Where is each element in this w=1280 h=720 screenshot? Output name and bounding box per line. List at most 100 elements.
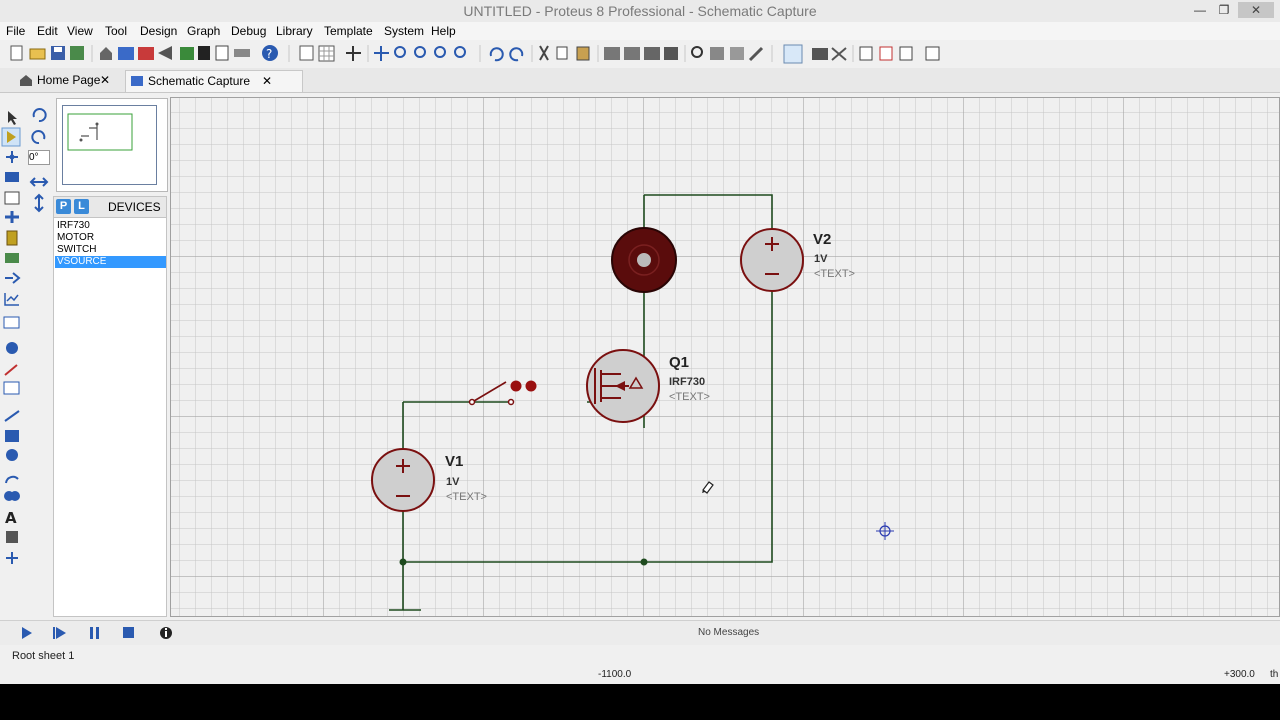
- block-copy-icon[interactable]: [604, 47, 620, 60]
- zoom-in-icon[interactable]: [394, 46, 406, 58]
- rotate-anticlockwise-icon[interactable]: [31, 130, 46, 145]
- pick-device-icon[interactable]: [691, 46, 703, 58]
- text-script-icon[interactable]: [4, 191, 20, 205]
- block-delete-icon[interactable]: [664, 47, 678, 60]
- origin-icon[interactable]: [346, 46, 361, 61]
- library-manager-button[interactable]: L: [74, 199, 89, 214]
- component-mode-icon[interactable]: [1, 127, 21, 147]
- path-2d-icon[interactable]: [4, 491, 20, 501]
- redo-icon[interactable]: [509, 47, 524, 62]
- menu-file[interactable]: File: [6, 24, 25, 38]
- info-icon[interactable]: [160, 627, 172, 639]
- zoom-all-icon[interactable]: [434, 46, 446, 58]
- messages-status[interactable]: No Messages: [698, 627, 759, 638]
- notes-icon[interactable]: [215, 45, 229, 61]
- grid-icon[interactable]: [318, 45, 335, 62]
- device-item-switch[interactable]: SWITCH: [55, 244, 166, 256]
- 3d-icon[interactable]: [180, 47, 194, 60]
- device-item-vsource[interactable]: VSOURCE: [55, 256, 166, 268]
- block-move-icon[interactable]: [624, 47, 640, 60]
- wire-autorouter-icon[interactable]: [783, 44, 803, 64]
- motor-component[interactable]: [611, 227, 677, 293]
- circle-2d-icon[interactable]: [6, 449, 18, 461]
- help-icon[interactable]: ?: [262, 45, 278, 61]
- arc-2d-icon[interactable]: [5, 475, 19, 484]
- line-2d-icon[interactable]: [4, 410, 20, 422]
- voltage-probe-icon[interactable]: [4, 364, 18, 376]
- block-rotate-icon[interactable]: [644, 47, 660, 60]
- open-folder-icon[interactable]: [29, 48, 46, 60]
- stop-button[interactable]: [123, 627, 134, 638]
- menu-template[interactable]: Template: [324, 24, 373, 38]
- overview-window[interactable]: [56, 98, 168, 192]
- package-tool-icon[interactable]: [730, 47, 744, 60]
- device-item-irf730[interactable]: IRF730: [55, 220, 166, 232]
- ares-icon[interactable]: [138, 47, 154, 60]
- selection-mode-icon[interactable]: [8, 111, 17, 125]
- netlist-icon[interactable]: [925, 46, 940, 61]
- home-icon[interactable]: [100, 47, 112, 60]
- isis-icon[interactable]: [118, 47, 134, 60]
- pcb-icon[interactable]: [234, 49, 250, 57]
- junction-mode-icon[interactable]: [6, 151, 18, 163]
- paste-icon[interactable]: [576, 46, 590, 61]
- exit-parent-icon[interactable]: [899, 46, 913, 61]
- schematic-canvas[interactable]: V2 1V <TEXT> Q1 IRF730 <TEXT> V1 1V <TEX…: [170, 97, 1280, 617]
- symbol-2d-icon[interactable]: [6, 531, 18, 543]
- refresh-icon[interactable]: [299, 45, 314, 61]
- undo-icon[interactable]: [489, 47, 504, 62]
- decompose-icon[interactable]: [748, 46, 764, 62]
- menu-debug[interactable]: Debug: [231, 24, 266, 38]
- devices-list[interactable]: IRF730 MOTOR SWITCH VSOURCE: [53, 217, 167, 617]
- back-icon[interactable]: [158, 46, 172, 60]
- minimize-button[interactable]: —: [1188, 2, 1212, 18]
- tab-home-page[interactable]: Home Page ✕: [15, 70, 137, 91]
- pins-mode-icon[interactable]: [5, 272, 21, 284]
- menu-design[interactable]: Design: [140, 24, 177, 38]
- save-icon[interactable]: [51, 46, 65, 60]
- menu-library[interactable]: Library: [276, 24, 313, 38]
- pick-devices-button[interactable]: P: [56, 199, 71, 214]
- pan-icon[interactable]: [374, 46, 389, 61]
- text-2d-icon[interactable]: A: [5, 509, 17, 527]
- box-2d-icon[interactable]: [5, 430, 19, 442]
- new-sheet-icon[interactable]: [859, 46, 873, 61]
- play-button[interactable]: [22, 627, 32, 639]
- buses-mode-icon[interactable]: [5, 211, 19, 223]
- rotate-clockwise-icon[interactable]: [32, 108, 47, 123]
- zoom-area-icon[interactable]: [454, 46, 466, 58]
- device-item-motor[interactable]: MOTOR: [55, 232, 166, 244]
- rotation-angle-field[interactable]: 0°: [28, 150, 50, 165]
- menu-tool[interactable]: Tool: [105, 24, 127, 38]
- generator-mode-icon[interactable]: [6, 342, 18, 354]
- new-file-icon[interactable]: [10, 45, 23, 61]
- tab-schematic-capture-close[interactable]: ✕: [262, 71, 272, 92]
- mirror-horizontal-icon[interactable]: [29, 177, 49, 187]
- copy-icon[interactable]: [556, 46, 568, 60]
- menu-graph[interactable]: Graph: [187, 24, 220, 38]
- close-window-button[interactable]: ✕: [1238, 2, 1274, 18]
- bom-icon[interactable]: [198, 46, 210, 60]
- graph-mode-icon[interactable]: [4, 293, 19, 306]
- cut-icon[interactable]: [539, 45, 549, 61]
- menu-view[interactable]: View: [67, 24, 93, 38]
- terminals-mode-icon[interactable]: [5, 253, 19, 263]
- sheet-indicator[interactable]: Root sheet 1: [12, 650, 74, 662]
- property-tool-icon[interactable]: [831, 47, 847, 61]
- menu-system[interactable]: System: [384, 24, 424, 38]
- tab-home-page-close[interactable]: ✕: [100, 70, 110, 91]
- make-device-icon[interactable]: [710, 47, 724, 60]
- tape-recorder-icon[interactable]: [3, 316, 20, 329]
- zoom-out-icon[interactable]: [414, 46, 426, 58]
- remove-sheet-icon[interactable]: [879, 46, 893, 61]
- mirror-vertical-icon[interactable]: [34, 193, 44, 213]
- subcircuit-icon[interactable]: [6, 230, 18, 246]
- menu-help[interactable]: Help: [431, 24, 456, 38]
- current-probe-icon[interactable]: [3, 381, 20, 395]
- step-button[interactable]: [53, 627, 66, 639]
- wire-label-icon[interactable]: [5, 172, 19, 182]
- pause-button[interactable]: [90, 627, 99, 639]
- maximize-button[interactable]: ❐: [1212, 2, 1236, 18]
- marker-2d-icon[interactable]: [6, 552, 18, 564]
- menu-edit[interactable]: Edit: [37, 24, 58, 38]
